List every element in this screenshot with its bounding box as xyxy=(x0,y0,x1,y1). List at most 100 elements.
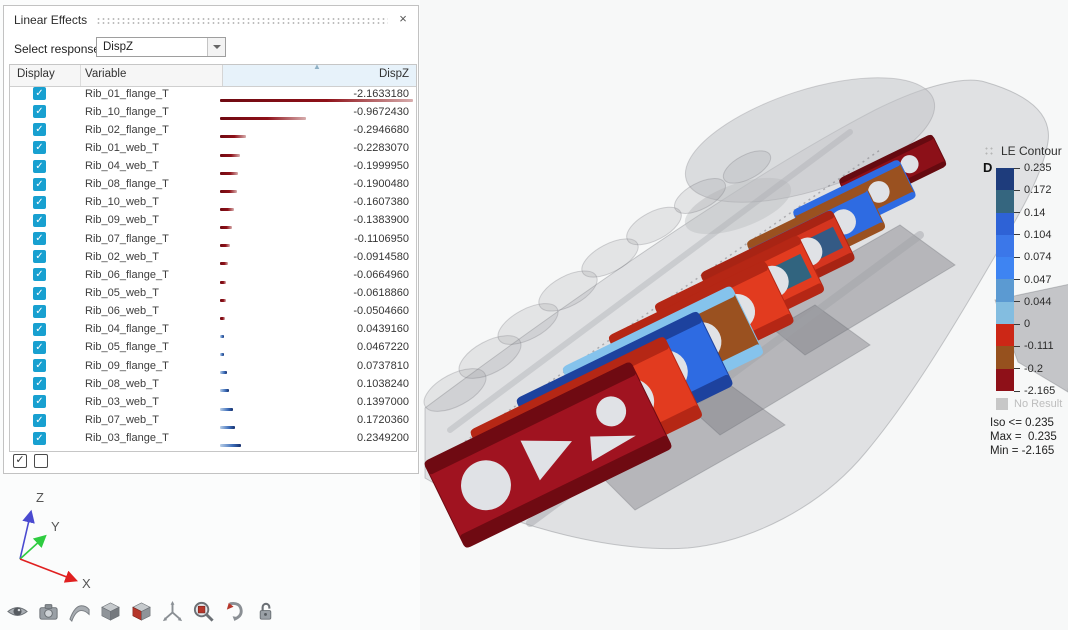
min-value: Min = -2.165 xyxy=(990,444,1057,458)
legend-tick xyxy=(1014,346,1020,347)
table-row[interactable]: ✓Rib_04_flange_T0.0439160 xyxy=(10,321,416,339)
row-checkbox[interactable]: ✓ xyxy=(33,232,46,245)
table-row[interactable]: ✓Rib_02_web_T-0.0914580 xyxy=(10,248,416,266)
row-checkbox[interactable]: ✓ xyxy=(33,123,46,136)
table-row[interactable]: ✓Rib_01_web_T-0.2283070 xyxy=(10,139,416,157)
legend-tick-label: 0.235 xyxy=(1024,162,1052,174)
header-display[interactable]: Display xyxy=(17,68,55,80)
table-row[interactable]: ✓Rib_06_flange_T-0.0664960 xyxy=(10,266,416,284)
table-row[interactable]: ✓Rib_07_web_T0.1720360 xyxy=(10,412,416,430)
row-checkbox[interactable]: ✓ xyxy=(33,341,46,354)
surface-shade-icon[interactable] xyxy=(68,600,91,623)
table-row[interactable]: ✓ Rib_03_flange_T 0.2349200 xyxy=(10,430,416,448)
value-label: -0.2946680 xyxy=(353,124,409,136)
variable-label: Rib_01_web_T xyxy=(85,142,159,154)
cube-view-icon[interactable] xyxy=(99,600,122,623)
table-row[interactable]: ✓Rib_05_web_T-0.0618860 xyxy=(10,285,416,303)
table-row[interactable]: ✓Rib_06_web_T-0.0504660 xyxy=(10,303,416,321)
effect-bar xyxy=(220,299,226,302)
row-checkbox[interactable]: ✓ xyxy=(33,414,46,427)
legend-tick-labels: 0.2350.1720.140.1040.0740.0470.0440-0.11… xyxy=(982,168,1068,391)
legend-tick xyxy=(1014,190,1020,191)
row-checkbox[interactable]: ✓ xyxy=(33,305,46,318)
legend-tick-label: 0.172 xyxy=(1024,184,1052,196)
drag-handle-icon[interactable] xyxy=(96,17,388,24)
table-row[interactable]: ✓Rib_05_flange_T0.0467220 xyxy=(10,339,416,357)
legend-header[interactable]: LE Contour xyxy=(984,144,1062,158)
value-label: -2.1633180 xyxy=(353,88,409,100)
close-icon[interactable]: × xyxy=(396,11,410,26)
table-row[interactable]: ✓Rib_08_flange_T-0.1900480 xyxy=(10,176,416,194)
table-row[interactable]: ✓Rib_10_web_T-0.1607380 xyxy=(10,194,416,212)
variable-label: Rib_07_web_T xyxy=(85,414,159,426)
legend-tick-label: 0.044 xyxy=(1024,296,1052,308)
table-row[interactable]: ✓ Rib_09_flange_T 0.0737810 xyxy=(10,357,416,375)
value-label: 0.2349200 xyxy=(357,432,409,444)
lock-view-icon[interactable] xyxy=(254,600,277,623)
row-checkbox[interactable]: ✓ xyxy=(33,377,46,390)
variable-label: Rib_03_flange_T xyxy=(85,432,169,444)
z-axis xyxy=(20,516,30,559)
variable-label: Rib_06_flange_T xyxy=(85,269,169,281)
header-variable[interactable]: Variable xyxy=(85,68,126,80)
row-checkbox[interactable]: ✓ xyxy=(33,178,46,191)
table-row[interactable]: ✓Rib_04_web_T-0.1999950 xyxy=(10,158,416,176)
row-checkbox[interactable]: ✓ xyxy=(33,359,46,372)
row-checkbox[interactable]: ✓ xyxy=(33,268,46,281)
row-checkbox[interactable]: ✓ xyxy=(33,287,46,300)
legend-tick xyxy=(1014,368,1020,369)
variable-label: Rib_01_flange_T xyxy=(85,88,169,100)
effect-bar xyxy=(220,281,226,284)
view-eye-icon[interactable] xyxy=(6,600,29,623)
row-checkbox[interactable]: ✓ xyxy=(33,141,46,154)
value-label: 0.0737810 xyxy=(357,360,409,372)
camera-capture-icon[interactable] xyxy=(37,600,60,623)
header-value[interactable]: DispZ xyxy=(379,68,409,80)
legend-tick-label: -2.165 xyxy=(1024,385,1055,397)
select-all-checkbox[interactable]: ✓ xyxy=(13,454,27,468)
row-checkbox[interactable]: ✓ xyxy=(33,395,46,408)
row-checkbox[interactable]: ✓ xyxy=(33,214,46,227)
value-label: -0.1383900 xyxy=(353,214,409,226)
chevron-down-icon[interactable] xyxy=(207,38,225,56)
max-value: Max = 0.235 xyxy=(990,430,1057,444)
legend-drag-handle-icon[interactable] xyxy=(984,146,995,156)
effect-bar xyxy=(220,117,306,120)
table-row[interactable]: ✓Rib_09_web_T-0.1383900 xyxy=(10,212,416,230)
response-select[interactable]: DispZ xyxy=(96,37,226,57)
table-row[interactable]: ✓Rib_03_web_T0.1397000 xyxy=(10,393,416,411)
sort-ascending-icon[interactable]: ▲ xyxy=(313,62,321,71)
table-row[interactable]: ✓ Rib_01_flange_T -2.1633180 xyxy=(10,85,416,103)
variable-label: Rib_09_flange_T xyxy=(85,360,169,372)
zoom-fit-icon[interactable] xyxy=(192,600,215,623)
table-header: Display Variable ▲ DispZ xyxy=(10,65,416,87)
row-checkbox[interactable]: ✓ xyxy=(33,432,46,445)
viewport-3d[interactable] xyxy=(420,0,1068,630)
panel-title-bar[interactable]: Linear Effects × xyxy=(4,6,418,32)
row-checkbox[interactable]: ✓ xyxy=(33,323,46,336)
table-row[interactable]: ✓Rib_07_flange_T-0.1106950 xyxy=(10,230,416,248)
contour-legend: LE Contour D 0.2350.1720.140.1040.0740.0… xyxy=(982,144,1068,460)
row-checkbox[interactable]: ✓ xyxy=(33,250,46,263)
row-checkbox[interactable]: ✓ xyxy=(33,196,46,209)
row-checkbox[interactable]: ✓ xyxy=(33,87,46,100)
section-cube-icon[interactable] xyxy=(130,600,153,623)
deselect-all-checkbox[interactable] xyxy=(34,454,48,468)
triad-axes-icon[interactable] xyxy=(161,600,184,623)
iso-value: Iso <= 0.235 xyxy=(990,416,1057,430)
table-row[interactable]: ✓Rib_08_web_T0.1038240 xyxy=(10,375,416,393)
legend-tick-label: 0.104 xyxy=(1024,229,1052,241)
effect-bar xyxy=(220,317,225,320)
legend-stats: Iso <= 0.235 Max = 0.235 Min = -2.165 xyxy=(990,416,1057,458)
x-axis-label: X xyxy=(82,576,91,591)
rotate-view-icon[interactable] xyxy=(223,600,246,623)
table-row[interactable]: ✓Rib_10_flange_T-0.9672430 xyxy=(10,103,416,121)
legend-tick-label: 0.047 xyxy=(1024,274,1052,286)
table-row[interactable]: ✓Rib_02_flange_T-0.2946680 xyxy=(10,121,416,139)
row-checkbox[interactable]: ✓ xyxy=(33,160,46,173)
row-checkbox[interactable]: ✓ xyxy=(33,105,46,118)
effect-bar xyxy=(220,135,246,138)
legend-tick xyxy=(1014,324,1020,325)
effect-bar xyxy=(220,408,233,411)
orientation-triad: Z Y X xyxy=(6,486,106,598)
